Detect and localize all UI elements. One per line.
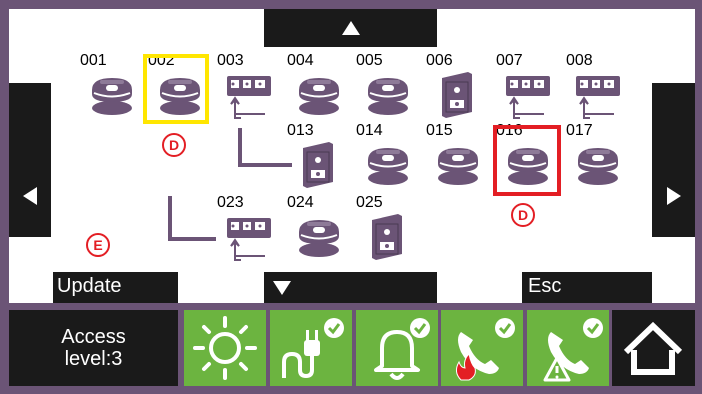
triangle-left-icon: [23, 187, 37, 205]
tile-day-night[interactable]: [184, 310, 266, 386]
device-013[interactable]: 013: [285, 122, 349, 190]
bell-check-icon: [374, 318, 430, 380]
smoke-detector-icon: [285, 210, 349, 262]
device-015[interactable]: 015: [424, 122, 488, 190]
device-014[interactable]: 014: [354, 122, 418, 190]
scroll-up-button[interactable]: [264, 9, 437, 47]
tile-power[interactable]: [270, 310, 352, 386]
scroll-left-button[interactable]: [9, 83, 51, 237]
access-label: Access: [61, 326, 126, 348]
home-button[interactable]: [612, 310, 695, 386]
disabled-badge: D: [162, 133, 186, 157]
access-level-display: Access level:3: [9, 310, 178, 386]
device-024[interactable]: 024: [285, 194, 349, 262]
device-005[interactable]: 005: [354, 52, 418, 120]
home-icon: [623, 321, 683, 375]
smoke-detector-icon: [564, 138, 628, 190]
device-007[interactable]: 007: [494, 52, 558, 120]
scroll-right-button[interactable]: [652, 83, 695, 237]
smoke-detector-icon: [354, 138, 418, 190]
sun-icon: [193, 316, 257, 380]
device-023[interactable]: 023: [215, 194, 279, 262]
device-004[interactable]: 004: [285, 52, 349, 120]
io-module-icon: [215, 210, 279, 262]
phone-warning-check-icon: [543, 318, 603, 382]
tile-fire-call[interactable]: [441, 310, 523, 386]
power-plug-check-icon: [282, 318, 344, 379]
call-point-box-icon: [354, 210, 418, 262]
connector-line: [168, 237, 216, 241]
device-008[interactable]: 008: [564, 52, 628, 120]
triangle-up-icon: [341, 21, 360, 35]
connector-line: [238, 128, 242, 166]
device-006[interactable]: 006: [424, 52, 488, 120]
triangle-down-icon: [272, 280, 291, 295]
io-module-icon: [215, 68, 279, 120]
tile-alarm[interactable]: [356, 310, 438, 386]
access-level: level:3: [64, 348, 123, 370]
screen: Update Esc 001 002 003 004 005 006 007 0…: [0, 0, 702, 394]
connector-line: [168, 196, 172, 241]
selection-highlight-red: [493, 125, 561, 196]
device-025[interactable]: 025: [354, 194, 418, 262]
excluded-badge: E: [86, 233, 110, 257]
tile-fault-call[interactable]: [527, 310, 609, 386]
connector-line: [238, 163, 292, 167]
update-button[interactable]: Update: [53, 272, 178, 303]
disabled-badge: D: [511, 203, 535, 227]
device-003[interactable]: 003: [215, 52, 279, 120]
smoke-detector-icon: [354, 68, 418, 120]
phone-fire-check-icon: [455, 318, 515, 381]
scroll-down-button[interactable]: [264, 272, 437, 303]
smoke-detector-icon: [424, 138, 488, 190]
esc-label: Esc: [528, 275, 562, 297]
io-module-icon: [564, 68, 628, 120]
smoke-detector-icon: [78, 68, 142, 120]
call-point-box-icon: [285, 138, 349, 190]
selection-highlight-yellow: [143, 54, 209, 124]
smoke-detector-icon: [285, 68, 349, 120]
device-001[interactable]: 001: [78, 52, 142, 120]
update-label: Update: [57, 275, 122, 297]
io-module-icon: [494, 68, 558, 120]
device-017[interactable]: 017: [564, 122, 628, 190]
esc-button[interactable]: Esc: [522, 272, 652, 303]
call-point-box-icon: [424, 68, 488, 120]
triangle-right-icon: [666, 187, 681, 205]
